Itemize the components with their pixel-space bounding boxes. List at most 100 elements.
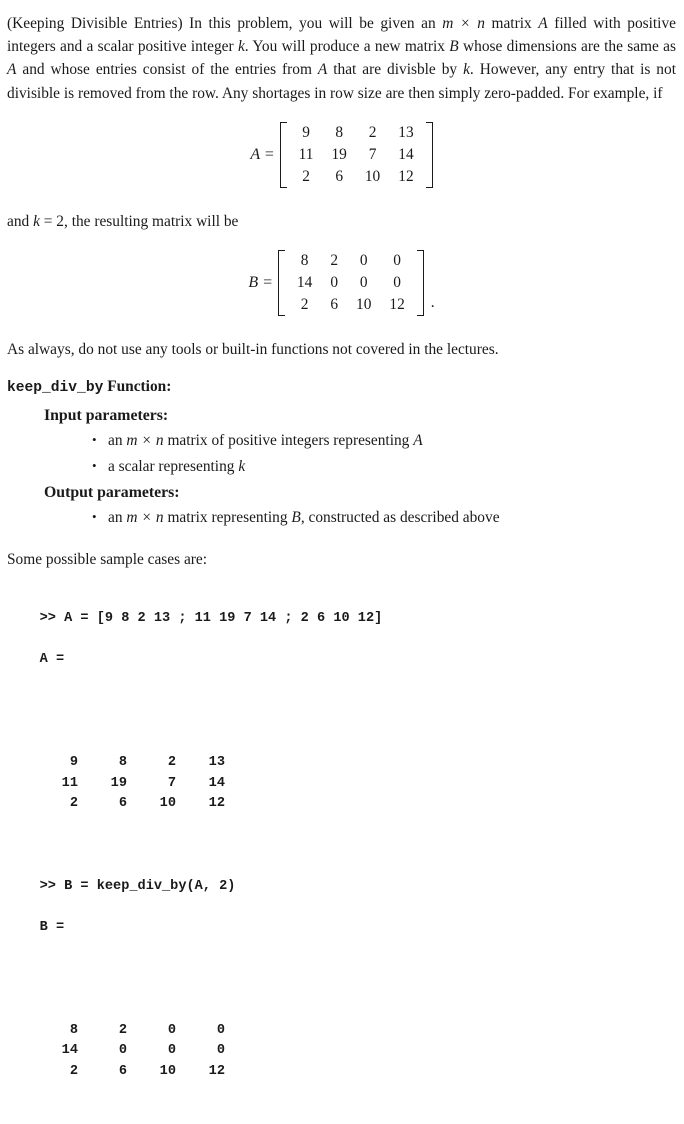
intro-paragraph: (Keeping Divisible Entries) In this prob… xyxy=(7,12,676,105)
bracket-right xyxy=(425,121,433,188)
console-matrix-cell: 0 xyxy=(167,1022,176,1038)
note-paragraph: As always, do not use any tools or built… xyxy=(7,341,499,359)
function-heading-suffix: Function: xyxy=(103,378,172,396)
matrix-cell: 19 xyxy=(331,145,347,163)
console-matrix-cell: 19 xyxy=(110,775,127,791)
matrix-a-table: 9 8 2 13 11 19 7 14 2 6 10 12 xyxy=(290,122,423,188)
list-item: an m × n matrix representing B, construc… xyxy=(92,504,676,531)
matrix-cell: 0 xyxy=(330,274,339,292)
function-name: keep_div_by xyxy=(7,380,104,397)
function-heading: keep_div_by Function: xyxy=(7,378,676,396)
matrix-cell: 0 xyxy=(359,252,368,270)
equation-b-label: B = xyxy=(248,274,273,292)
lead-in-paragraph: and k = 2, the resulting matrix will be xyxy=(7,210,676,233)
matrix-row: 2 6 10 12 xyxy=(290,166,423,188)
console-matrix-cell: 8 xyxy=(69,1022,78,1038)
matrix-cell: 0 xyxy=(393,252,401,270)
input-parameters-heading: Input parameters: xyxy=(44,407,169,425)
console-output: >> A = [9 8 2 13 ; 11 19 7 14 ; 2 6 10 1… xyxy=(7,588,676,1123)
matrix-cell: 8 xyxy=(335,123,344,141)
console-matrix-b: 8 2 0 0 14 0 0 0 2 6 10 12 xyxy=(7,1021,676,1083)
console-matrix-cell: 7 xyxy=(167,775,176,791)
matrix-cell: 7 xyxy=(368,145,377,163)
matrix-cell: 10 xyxy=(364,167,381,185)
console-matrix-cell: 10 xyxy=(159,796,176,812)
console-matrix-cell: 0 xyxy=(216,1022,225,1038)
console-matrix-cell: 6 xyxy=(118,796,127,812)
console-matrix-cell: 11 xyxy=(61,775,78,791)
console-echo-a: A = xyxy=(39,652,65,668)
matrix-row: 11 19 7 14 xyxy=(290,144,423,166)
console-command-b: >> B = keep_div_by(A, 2) xyxy=(39,878,236,894)
matrix-cell: 13 xyxy=(398,123,414,141)
console-matrix-row: 2 6 10 12 xyxy=(7,1062,676,1083)
matrix-cell: 2 xyxy=(302,167,310,185)
console-matrix-row: 14 0 0 0 xyxy=(7,1041,676,1062)
matrix-cell: 2 xyxy=(300,296,309,314)
matrix-row: 9 8 2 13 xyxy=(290,122,423,144)
matrix-cell: 12 xyxy=(398,167,414,185)
equation-matrix-b: B = 8 2 0 0 14 0 0 0 2 6 10 12 . xyxy=(7,250,676,317)
matrix-a: 9 8 2 13 11 19 7 14 2 6 10 12 xyxy=(279,121,433,188)
matrix-cell: 14 xyxy=(398,145,414,163)
matrix-b-body: 8 2 0 0 14 0 0 0 2 6 10 12 xyxy=(288,250,414,316)
matrix-cell: 11 xyxy=(298,145,314,163)
matrix-cell: 9 xyxy=(302,123,310,141)
matrix-cell: 0 xyxy=(359,274,368,292)
input-parameters-list: an m × n matrix of positive integers rep… xyxy=(7,427,676,480)
console-matrix-cell: 2 xyxy=(118,1022,127,1038)
lead-in-text: and k = 2, the resulting matrix will be xyxy=(7,212,239,230)
matrix-a-body: 9 8 2 13 11 19 7 14 2 6 10 12 xyxy=(290,122,423,188)
matrix-cell: 8 xyxy=(300,252,309,270)
matrix-row: 8 2 0 0 xyxy=(288,250,414,272)
console-matrix-cell: 12 xyxy=(208,796,225,812)
console-echo-b: B = xyxy=(39,919,65,935)
console-matrix-cell: 2 xyxy=(69,796,78,812)
matrix-cell: 6 xyxy=(335,167,344,185)
bracket-left xyxy=(279,121,288,188)
intro-paragraph-text: (Keeping Divisible Entries) In this prob… xyxy=(7,15,676,102)
console-matrix-cell: 6 xyxy=(118,1064,127,1080)
console-matrix-cell: 12 xyxy=(208,1064,225,1080)
matrix-row: 14 0 0 0 xyxy=(288,272,414,294)
console-command-a: >> A = [9 8 2 13 ; 11 19 7 14 ; 2 6 10 1… xyxy=(39,611,383,627)
console-matrix-cell: 2 xyxy=(167,755,176,771)
console-matrix-a: 9 8 2 13 11 19 7 14 2 6 10 12 xyxy=(7,753,676,815)
console-matrix-cell: 0 xyxy=(118,1043,127,1059)
list-item: an m × n matrix of positive integers rep… xyxy=(92,427,676,454)
bracket-left xyxy=(277,250,286,317)
document-page: (Keeping Divisible Entries) In this prob… xyxy=(0,0,684,1124)
samples-lead-paragraph: Some possible sample cases are: xyxy=(7,551,208,569)
console-matrix-cell: 10 xyxy=(159,1064,176,1080)
matrix-cell: 0 xyxy=(393,274,401,292)
console-matrix-cell: 8 xyxy=(118,755,127,771)
equation-matrix-a: A = 9 8 2 13 11 19 7 14 2 6 10 12 xyxy=(7,121,676,188)
console-matrix-cell: 9 xyxy=(69,755,78,771)
matrix-b-table: 8 2 0 0 14 0 0 0 2 6 10 12 xyxy=(288,250,414,316)
matrix-row: 2 6 10 12 xyxy=(288,294,414,316)
matrix-cell: 2 xyxy=(330,252,339,270)
console-matrix-cell: 13 xyxy=(208,755,225,771)
console-matrix-cell: 0 xyxy=(216,1043,225,1059)
console-matrix-cell: 0 xyxy=(167,1043,176,1059)
equation-b-trailing-period: . xyxy=(430,294,435,312)
console-matrix-row: 8 2 0 0 xyxy=(7,1021,676,1042)
list-item: a scalar representing k xyxy=(92,453,676,480)
bracket-right xyxy=(416,250,424,317)
output-parameters-heading: Output parameters: xyxy=(44,484,180,502)
matrix-cell: 12 xyxy=(389,296,405,314)
matrix-b: 8 2 0 0 14 0 0 0 2 6 10 12 xyxy=(277,250,424,317)
matrix-cell: 14 xyxy=(296,274,313,292)
console-matrix-row: 11 19 7 14 xyxy=(7,774,676,795)
console-matrix-cell: 2 xyxy=(69,1064,78,1080)
console-matrix-cell: 14 xyxy=(208,775,225,791)
console-matrix-row: 2 6 10 12 xyxy=(7,794,676,815)
output-parameters-list: an m × n matrix representing B, construc… xyxy=(7,504,676,531)
